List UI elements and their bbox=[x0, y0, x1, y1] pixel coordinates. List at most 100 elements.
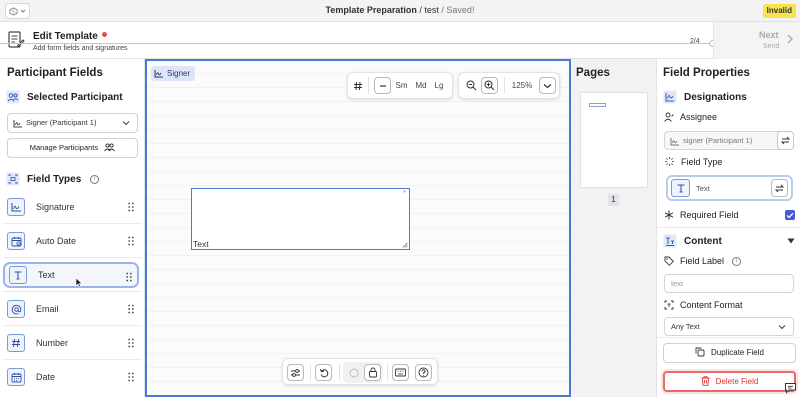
field-type-label: Number bbox=[36, 338, 69, 348]
info-icon[interactable]: i bbox=[90, 174, 100, 184]
sparkle-icon bbox=[665, 157, 674, 166]
field-type-value: Text bbox=[696, 184, 710, 193]
toolbar-divider bbox=[310, 364, 311, 381]
breadcrumb-section: Template Preparation bbox=[325, 5, 417, 15]
content-format-label-text: Content Format bbox=[680, 300, 743, 310]
field-type-email[interactable]: Email bbox=[3, 296, 139, 322]
text-icon bbox=[671, 179, 690, 197]
hash-icon bbox=[7, 334, 25, 352]
lock-icon bbox=[368, 367, 377, 378]
participant-select-value: Signer (Participant 1) bbox=[26, 118, 97, 127]
change-field-type-button[interactable] bbox=[771, 179, 788, 197]
assignee-label-text: Assignee bbox=[680, 112, 718, 122]
delete-field-button[interactable]: Delete Field bbox=[663, 371, 796, 392]
field-type-label-text: Field Type bbox=[681, 156, 723, 167]
tag-icon bbox=[664, 256, 674, 266]
selected-participant-heading: Selected Participant bbox=[6, 90, 123, 104]
field-type-label: Field Type bbox=[664, 156, 722, 167]
field-type-label: Date bbox=[36, 372, 56, 382]
drag-handle-icon[interactable] bbox=[128, 304, 134, 314]
auto-date-icon bbox=[7, 232, 25, 250]
field-type-number[interactable]: Number bbox=[3, 330, 139, 356]
section-divider bbox=[657, 227, 800, 228]
user-icon bbox=[664, 112, 674, 122]
zoom-in-icon bbox=[484, 80, 495, 91]
field-type-text[interactable]: Text bbox=[3, 262, 139, 288]
page-title-text: Edit Template bbox=[33, 31, 98, 42]
list-divider bbox=[3, 359, 142, 360]
content-format-select[interactable]: Any Text bbox=[664, 317, 794, 336]
required-field-label: Required Field bbox=[664, 210, 739, 220]
content-icon bbox=[663, 234, 677, 248]
zoom-level[interactable]: 125% bbox=[505, 81, 539, 90]
participant-select[interactable]: Signer (Participant 1) bbox=[7, 113, 138, 133]
list-divider bbox=[3, 257, 142, 258]
drag-handle-icon[interactable] bbox=[128, 372, 134, 382]
field-type-signature[interactable]: Signature bbox=[3, 194, 139, 220]
zoom-in-button[interactable] bbox=[481, 77, 498, 94]
signer-chip-label: Signer bbox=[167, 69, 191, 78]
field-type-selector: Text bbox=[666, 175, 793, 201]
field-settings-button[interactable] bbox=[287, 364, 304, 381]
drag-handle-icon[interactable] bbox=[128, 338, 134, 348]
asterisk-icon bbox=[664, 210, 674, 220]
field-label-input[interactable]: text bbox=[664, 274, 794, 293]
keyboard-shortcuts-button[interactable] bbox=[392, 364, 409, 381]
field-type-auto-date[interactable]: Auto Date bbox=[3, 228, 139, 254]
placed-text-field[interactable]: * Text bbox=[191, 188, 410, 250]
size-lg-button[interactable]: Lg bbox=[430, 81, 448, 90]
page-thumbnail[interactable] bbox=[580, 92, 648, 188]
required-marker: * bbox=[403, 190, 406, 197]
duplicate-field-button[interactable]: Duplicate Field bbox=[663, 343, 796, 363]
duplicate-field-label: Duplicate Field bbox=[711, 348, 764, 357]
manage-participants-button[interactable]: Manage Participants bbox=[7, 138, 138, 158]
lock-button[interactable] bbox=[364, 364, 381, 381]
zoom-dropdown-button[interactable] bbox=[539, 77, 556, 94]
undo-icon bbox=[319, 368, 328, 377]
field-types-icon bbox=[6, 172, 20, 186]
shrink-button[interactable] bbox=[374, 77, 391, 94]
field-label-label-text: Field Label bbox=[680, 256, 725, 266]
format-icon bbox=[664, 300, 674, 310]
check-icon bbox=[786, 212, 794, 218]
zoom-out-icon bbox=[466, 80, 476, 91]
grid-toggle-button[interactable] bbox=[348, 81, 368, 91]
unsaved-indicator bbox=[101, 32, 107, 37]
change-assignee-button[interactable] bbox=[777, 131, 794, 150]
field-type-date[interactable]: Date bbox=[3, 364, 139, 390]
resize-handle-icon[interactable] bbox=[402, 242, 408, 248]
content-section-toggle[interactable]: Content bbox=[663, 234, 795, 248]
step-counter: 2/4 bbox=[690, 38, 700, 45]
hash-icon bbox=[354, 81, 362, 90]
document-breadcrumb: Template Preparation / test / Saved! bbox=[0, 5, 800, 15]
chat-icon[interactable] bbox=[784, 382, 797, 394]
copy-icon bbox=[695, 347, 705, 357]
undo-button[interactable] bbox=[315, 364, 332, 381]
help-button[interactable] bbox=[415, 364, 432, 381]
zoom-out-button[interactable] bbox=[461, 80, 481, 91]
signer-chip[interactable]: Signer bbox=[151, 66, 196, 81]
section-divider bbox=[657, 337, 800, 338]
drag-handle-icon[interactable] bbox=[128, 236, 134, 246]
at-icon bbox=[7, 300, 25, 318]
field-type-label: Email bbox=[36, 304, 59, 314]
size-sm-button[interactable]: Sm bbox=[391, 81, 412, 90]
document-canvas[interactable]: Signer Sm Md Lg 125% * Text bbox=[145, 59, 571, 397]
field-type-label: Text bbox=[38, 270, 55, 280]
progress-track bbox=[0, 43, 713, 44]
unlock-button[interactable] bbox=[345, 364, 362, 381]
required-checkbox[interactable] bbox=[785, 210, 795, 220]
info-icon[interactable]: i bbox=[732, 256, 742, 266]
size-md-button[interactable]: Md bbox=[412, 81, 430, 90]
next-button[interactable]: Next Send bbox=[713, 22, 800, 59]
drag-handle-icon[interactable] bbox=[128, 202, 134, 212]
toolbar-divider bbox=[368, 77, 369, 94]
signature-icon bbox=[7, 198, 25, 216]
field-types-heading: Field Types i bbox=[6, 172, 100, 186]
trash-icon bbox=[701, 376, 710, 386]
page-number[interactable]: 1 bbox=[608, 194, 619, 206]
drag-handle-icon[interactable] bbox=[126, 272, 132, 282]
save-status: / Saved! bbox=[438, 5, 475, 15]
assignee-value: signer (Participant 1) bbox=[683, 136, 753, 145]
next-button-sublabel: Send bbox=[763, 43, 780, 50]
